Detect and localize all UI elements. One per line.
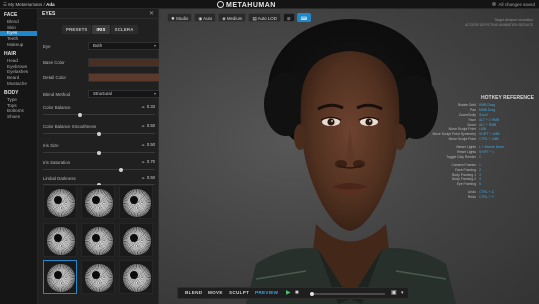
- slider-handle[interactable]: [119, 167, 124, 172]
- slider-track[interactable]: [43, 112, 155, 117]
- iris-preset-thumbnail[interactable]: [119, 222, 153, 257]
- hotkey-row: Redo CTRL + Y: [467, 195, 494, 200]
- quality-medium-button[interactable]: ◈ Medium: [218, 13, 247, 22]
- stepper-arrows-icon: ◂▸: [141, 105, 145, 109]
- iris-preset-grid: [43, 185, 155, 299]
- breadcrumb-root[interactable]: My MetaHumans: [8, 2, 42, 7]
- chevron-down-icon: ▾: [153, 43, 156, 48]
- stepper-arrows-icon: ◂▸: [141, 124, 145, 128]
- iris-preset-thumbnail[interactable]: [43, 222, 77, 257]
- iris-preset-thumbnail-selected[interactable]: [43, 260, 77, 294]
- slider-color-balance: Color Balance ◂▸ 0.33: [43, 103, 155, 117]
- lighting-studio-button[interactable]: ✹ Studio: [167, 13, 193, 22]
- sidebar-section-hair: HAIR: [4, 50, 17, 57]
- play-icon[interactable]: ▶: [286, 290, 291, 297]
- eye-row: Eye Both ▾: [43, 42, 160, 51]
- mode-bar: BLEND MOVE SCULPT PREVIEW ▶ ■ ▣ ▾: [177, 287, 409, 299]
- base-color-label: Base Color: [43, 59, 65, 65]
- slider-limbal-darkness: Limbal Darkness ◂▸ 0.50: [43, 174, 155, 187]
- hotkey-reference-title: HOTKEY REFERENCE: [481, 95, 534, 101]
- tab-presets[interactable]: PRESETS: [62, 25, 92, 34]
- hotkey-row: Eye Framing 5: [456, 182, 481, 187]
- top-bar: ☰ My MetaHumans / Ada METAHUMAN All chan…: [0, 0, 539, 9]
- slider-track[interactable]: [43, 150, 155, 155]
- mode-blend-button[interactable]: BLEND: [185, 290, 202, 295]
- sidebar-section-body: BODY: [4, 89, 19, 96]
- mode-sculpt-button[interactable]: SCULPT: [229, 290, 249, 295]
- hotkey-row: Move Sculpt Point CTRL + LMB: [448, 137, 499, 142]
- slider-iris-saturation: Iris Saturation ◂▸ 0.70: [43, 158, 155, 172]
- slider-color-balance-smoothness: Color Balance Smoothness ◂▸ 0.50: [43, 122, 155, 136]
- iris-preset-thumbnail[interactable]: [119, 185, 153, 219]
- status-dot-icon: [492, 2, 497, 6]
- breadcrumb: ☰ My MetaHumans / Ada: [3, 2, 55, 7]
- iris-preset-thumbnail[interactable]: [81, 222, 115, 257]
- blend-method-label: Blend Method: [43, 91, 71, 97]
- viewport[interactable]: ✹ Studio ◉ Auto ◈ Medium ▤ Auto LOD ⊘ ⌨ …: [159, 9, 539, 304]
- eyes-panel: EYES ✕ PRESETS IRIS SCLERA Eye Both ▾ Ba…: [38, 9, 160, 304]
- eye-select[interactable]: Both ▾: [88, 42, 160, 50]
- stepper-arrows-icon: ◂▸: [141, 160, 145, 164]
- stepper-arrows-icon: ◂▸: [141, 143, 145, 147]
- hotkey-reference: HOTKEY REFERENCE Rotate Orbit RMB Drag Pa…: [432, 95, 536, 223]
- camera-auto-button[interactable]: ◉ Auto: [194, 13, 217, 22]
- slider-iris-size: Iris Size ◂▸ 0.50: [43, 141, 155, 155]
- mode-move-button[interactable]: MOVE: [208, 290, 223, 295]
- base-color-swatch[interactable]: [88, 58, 160, 67]
- animation-options-icon[interactable]: ▣: [391, 290, 397, 297]
- blend-method-row: Blend Method Structural ▾: [43, 90, 160, 99]
- stop-icon[interactable]: ■: [295, 290, 299, 297]
- tab-sclera[interactable]: SCLERA: [110, 25, 138, 34]
- panel-title: EYES: [42, 11, 56, 17]
- panel-header: EYES ✕: [38, 9, 158, 19]
- iris-preset-thumbnail[interactable]: [81, 185, 115, 219]
- iris-preset-thumbnail[interactable]: [43, 185, 77, 219]
- sidebar: FACE Blend Skin Eyes Teeth Makeup HAIR H…: [0, 9, 38, 304]
- blend-method-select[interactable]: Structural ▾: [88, 90, 160, 98]
- viewport-info: Target viewport resolution ACCESS DEPICT…: [465, 18, 533, 27]
- chevron-down-icon[interactable]: ▾: [401, 290, 404, 297]
- save-status: All changes saved: [492, 2, 535, 7]
- panel-tabs: PRESETS IRIS SCLERA: [62, 25, 138, 34]
- tab-iris[interactable]: IRIS: [92, 25, 110, 34]
- slider-handle[interactable]: [77, 112, 82, 117]
- slider-track[interactable]: [43, 131, 155, 136]
- detail-color-row: Detail Color: [43, 73, 160, 82]
- chevron-down-icon: ▾: [153, 91, 156, 96]
- hotkey-row: Toggle Clay Render C: [446, 154, 482, 159]
- sidebar-section-face: FACE: [4, 12, 18, 18]
- slider-handle[interactable]: [97, 131, 101, 136]
- iris-preset-thumbnail[interactable]: [119, 260, 153, 294]
- timeline-scrubber[interactable]: [310, 291, 314, 296]
- sidebar-item-shoes[interactable]: Shoes: [0, 114, 37, 120]
- base-color-row: Base Color: [43, 58, 160, 67]
- breadcrumb-current: Ada: [46, 2, 55, 7]
- stepper-arrows-icon: ◂▸: [141, 176, 145, 180]
- metahuman-logo-icon: [217, 1, 224, 8]
- app-logo: METAHUMAN: [217, 1, 276, 9]
- slider-track[interactable]: [43, 167, 155, 172]
- eye-label: Eye: [43, 43, 51, 49]
- close-icon[interactable]: ✕: [149, 10, 154, 17]
- slider-handle[interactable]: [97, 150, 101, 155]
- iris-preset-thumbnail[interactable]: [81, 260, 115, 294]
- mode-preview-button[interactable]: PREVIEW: [255, 290, 278, 295]
- character-render: [246, 19, 456, 304]
- detail-color-label: Detail Color: [43, 74, 66, 80]
- animation-timeline[interactable]: [310, 291, 385, 296]
- detail-color-swatch[interactable]: [88, 73, 160, 82]
